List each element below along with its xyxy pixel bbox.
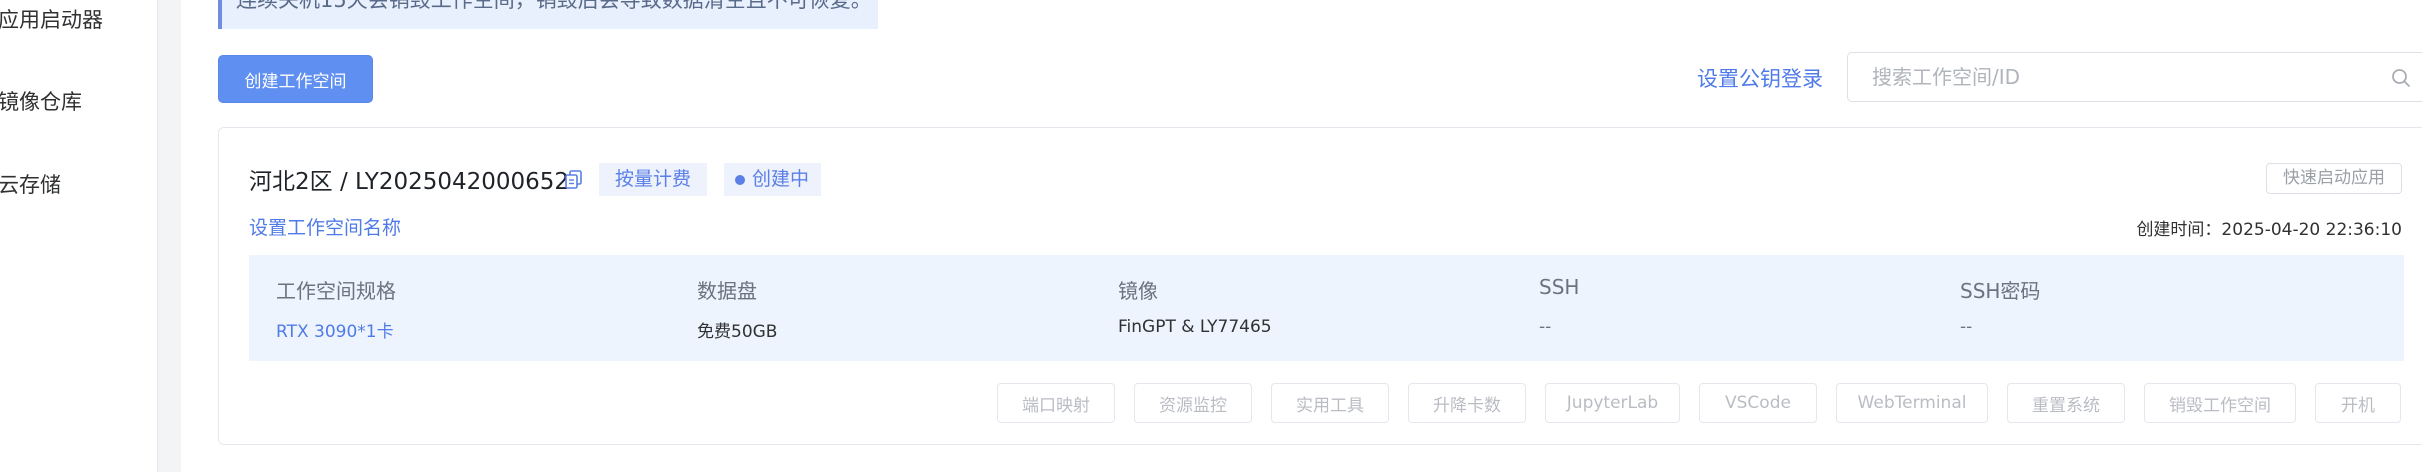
workspace-card: 河北2区 / LY2025042000652 按量计费 创建中 快速启动应用 设…: [218, 127, 2422, 445]
power-on-button[interactable]: 开机: [2315, 383, 2401, 423]
set-public-key-login-link[interactable]: 设置公钥登录: [1697, 63, 1823, 93]
search-box: [1847, 52, 2422, 102]
info-header-ssh: SSH: [1539, 275, 1580, 299]
quick-launch-app-button[interactable]: 快速启动应用: [2266, 163, 2402, 194]
content-gutter: [159, 0, 181, 472]
info-value-spec[interactable]: RTX 3090*1卡: [276, 317, 394, 342]
billing-tag: 按量计费: [599, 163, 708, 196]
created-time: 创建时间：2025-04-20 22:36:10: [2136, 220, 2402, 240]
set-workspace-name-link[interactable]: 设置工作空间名称: [249, 213, 401, 240]
info-value-disk: 免费50GB: [697, 322, 778, 342]
search-icon[interactable]: [2390, 67, 2412, 89]
scale-gpu-button[interactable]: 升降卡数: [1408, 383, 1526, 423]
resource-monitor-button[interactable]: 资源监控: [1134, 383, 1252, 423]
webterminal-button[interactable]: WebTerminal: [1836, 383, 1988, 423]
info-header-disk: 数据盘: [697, 279, 757, 303]
utilities-button[interactable]: 实用工具: [1271, 383, 1389, 423]
sidebar-item-app-launcher[interactable]: 应用启动器: [0, 4, 103, 34]
sidebar-item-image-repo[interactable]: 镜像仓库: [0, 86, 82, 116]
info-header-image: 镜像: [1118, 279, 1158, 303]
info-header-spec: 工作空间规格: [276, 279, 396, 303]
info-value-ssh: --: [1539, 317, 1552, 337]
status-dot-icon: [735, 175, 745, 185]
info-header-ssh-password: SSH密码: [1960, 279, 2041, 303]
status-badge: 创建中: [724, 163, 822, 196]
info-value-image: FinGPT & LY77465: [1118, 317, 1272, 337]
create-workspace-button[interactable]: 创建工作空间: [218, 55, 373, 103]
sidebar: 应用启动器 镜像仓库 云存储: [0, 0, 158, 472]
workspace-info-panel: 工作空间规格 RTX 3090*1卡 数据盘 免费50GB 镜像 FinGPT …: [249, 255, 2404, 361]
main-content: 连续关机15天会销毁工作空间，销毁后会导致数据清空且不可恢复。 创建工作空间 设…: [181, 0, 2422, 472]
warning-notice: 连续关机15天会销毁工作空间，销毁后会导致数据清空且不可恢复。: [218, 0, 878, 29]
jupyterlab-button[interactable]: JupyterLab: [1545, 383, 1680, 423]
vscode-button[interactable]: VSCode: [1699, 383, 1817, 423]
reset-system-button[interactable]: 重置系统: [2007, 383, 2125, 423]
port-mapping-button[interactable]: 端口映射: [997, 383, 1115, 423]
copy-icon[interactable]: [563, 168, 585, 190]
warning-notice-text: 连续关机15天会销毁工作空间，销毁后会导致数据清空且不可恢复。: [236, 0, 872, 12]
destroy-workspace-button[interactable]: 销毁工作空间: [2144, 383, 2296, 423]
sidebar-item-cloud-storage[interactable]: 云存储: [0, 169, 61, 199]
info-value-ssh-password: --: [1960, 317, 1973, 337]
status-text: 创建中: [752, 168, 810, 190]
workspace-title: 河北2区 / LY2025042000652: [249, 169, 570, 195]
search-input[interactable]: [1870, 63, 2350, 91]
